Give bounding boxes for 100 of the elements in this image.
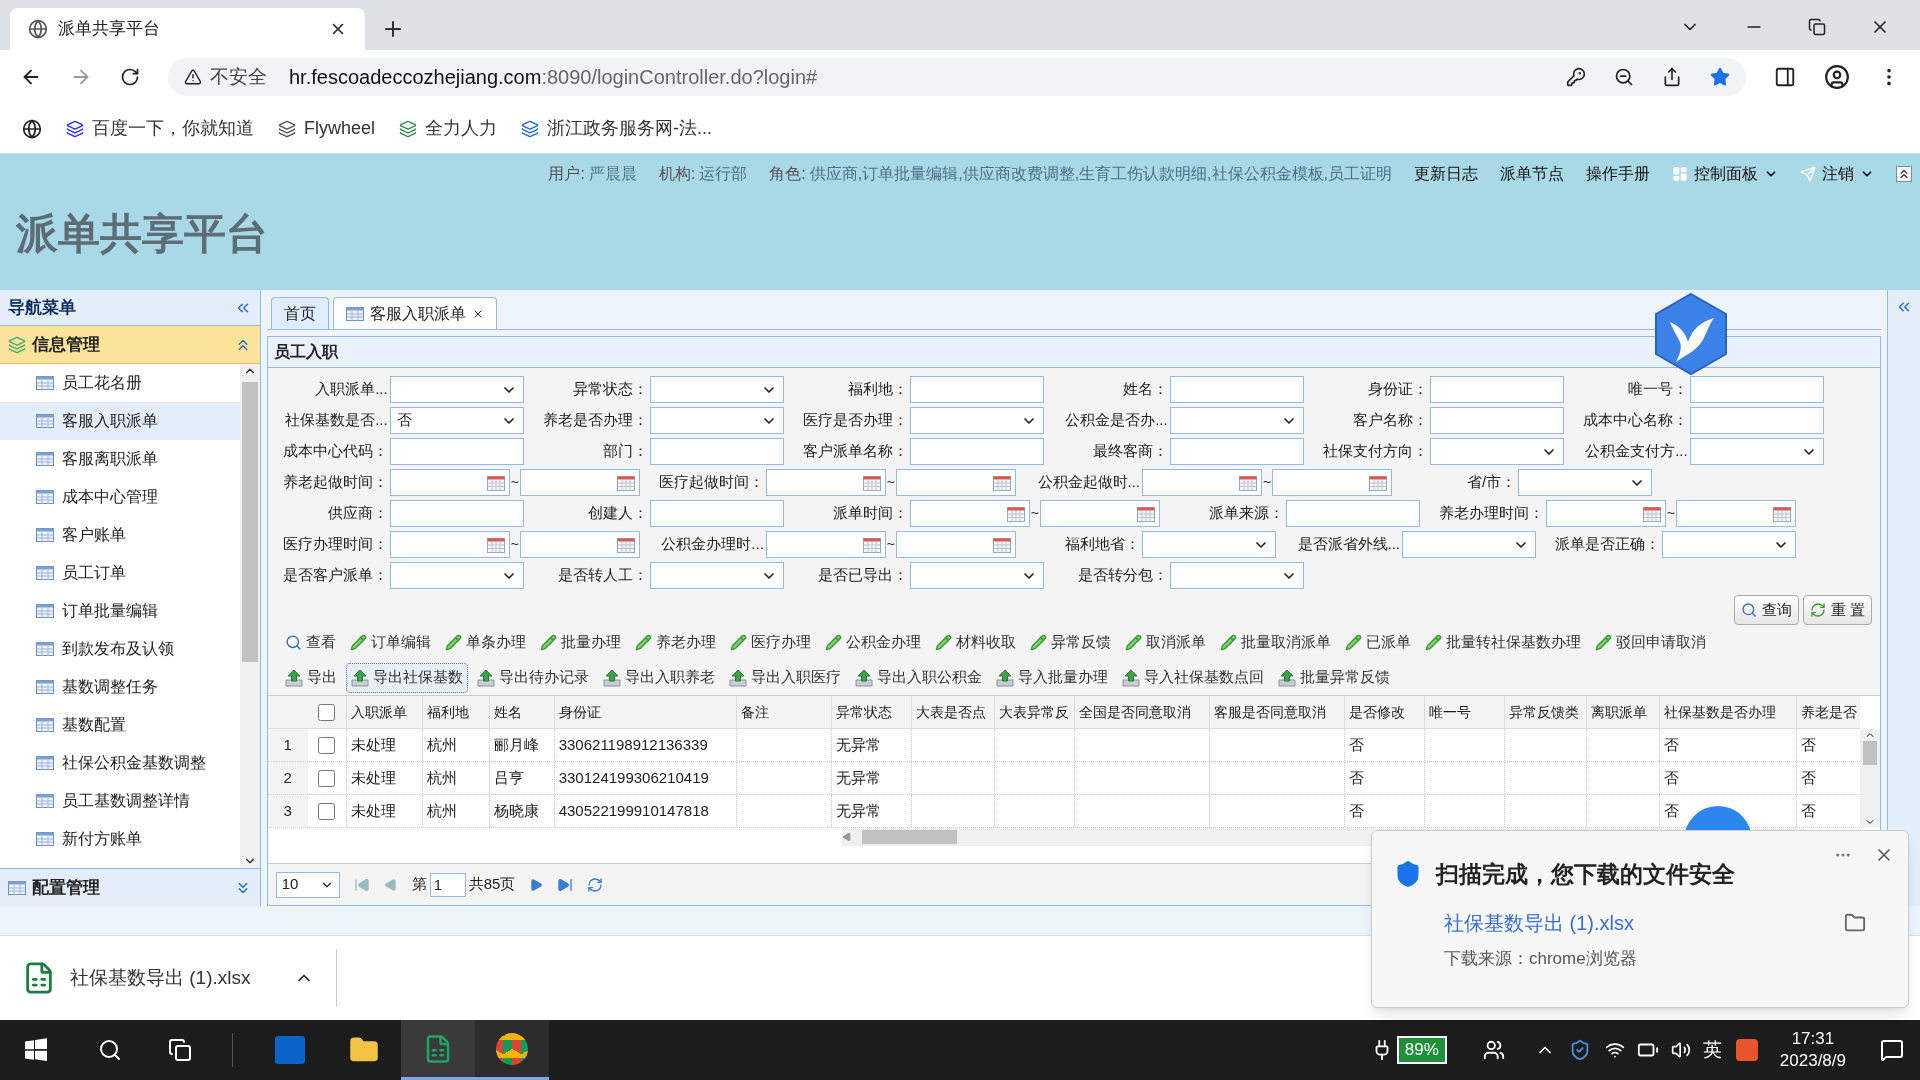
select-field[interactable] [389,376,524,403]
input-field[interactable] [1169,376,1304,403]
profile-icon[interactable] [1824,64,1850,90]
address-bar[interactable]: 不安全 hr.fescoadeccozhejiang.com:8090/loginController.do?login# [168,58,1746,96]
browser-tab[interactable]: 派单共享平台 [10,8,365,50]
input-field[interactable] [1429,376,1564,403]
input-field[interactable] [909,376,1044,403]
page-tab[interactable]: 客服入职派单 [332,297,497,329]
ime-indicator[interactable]: 英 [1702,1035,1722,1065]
input-field[interactable] [1169,438,1304,465]
zoom-icon[interactable] [1614,67,1634,87]
people-icon[interactable] [1482,1039,1505,1061]
toolbar-button[interactable]: 异常反馈 [1024,627,1116,658]
date-field[interactable] [519,469,640,496]
input-field[interactable] [909,438,1044,465]
select-field[interactable] [649,376,784,403]
search-icon[interactable] [98,1038,122,1062]
input-field[interactable] [1689,407,1824,434]
scroll-thumb[interactable] [1862,741,1877,765]
select-field[interactable] [1169,562,1304,589]
toolbar-button[interactable]: 导入批量办理 [990,662,1113,693]
date-field[interactable] [765,469,886,496]
select-field[interactable] [649,407,784,434]
toolbar-button[interactable]: 导出入职医疗 [723,662,846,693]
date-field[interactable] [1272,469,1393,496]
date-field[interactable] [765,531,886,558]
date-field[interactable] [389,531,510,558]
toolbar-button[interactable]: 材料收取 [929,627,1021,658]
toolbar-button[interactable]: 导出入职养老 [597,662,720,693]
date-field[interactable] [1142,469,1263,496]
scroll-thumb[interactable] [241,382,258,662]
date-field[interactable] [896,531,1017,558]
header-link[interactable]: 更新日志 [1414,162,1478,186]
refresh-icon[interactable] [587,876,604,893]
toolbar-button[interactable]: 养老办理 [629,627,721,658]
first-page-icon[interactable] [353,876,370,893]
menu-item[interactable]: 员工订单 [0,554,240,592]
input-field[interactable] [649,500,784,527]
select-field[interactable] [909,407,1044,434]
select-field[interactable] [909,562,1044,589]
bookmark-item[interactable]: 百度一下，你就知道 [66,115,254,142]
header-link[interactable]: 派单节点 [1500,162,1564,186]
select-field[interactable] [1169,407,1304,434]
toolbar-button[interactable]: 批量异常反馈 [1272,662,1395,693]
toolbar-button[interactable]: 公积金办理 [819,627,926,658]
toolbar-button[interactable]: 批量转社保基数办理 [1419,627,1586,658]
taskbar-app[interactable] [401,1020,475,1080]
bookmark-star-icon[interactable] [1710,67,1730,87]
input-field[interactable] [1689,376,1824,403]
key-icon[interactable] [1566,67,1586,87]
header-link[interactable]: 注销 [1800,162,1874,186]
scroll-thumb[interactable] [861,830,957,844]
date-field[interactable] [909,500,1030,527]
toolbar-button[interactable]: 单条办理 [439,627,531,658]
prev-page-icon[interactable] [383,877,398,892]
toolbar-button[interactable]: 驳回申请取消 [1589,627,1711,658]
menu-item[interactable]: 员工花名册 [0,364,240,402]
toolbar-button[interactable]: 导出社保基数 [345,662,468,693]
menu-item[interactable]: 社保公积金基数调整 [0,744,240,782]
taskbar-app[interactable] [475,1020,549,1080]
globe-icon[interactable] [22,118,42,139]
bookmark-item[interactable]: 全力人力 [399,115,498,142]
toolbar-button[interactable]: 批量取消派单 [1214,627,1336,658]
share-icon[interactable] [1662,67,1682,87]
folder-icon[interactable] [1844,911,1866,934]
reload-icon[interactable] [120,67,140,87]
restore-icon[interactable] [1808,18,1826,36]
input-field[interactable] [1285,500,1420,527]
form-button[interactable]: 重 置 [1802,595,1872,625]
input-field[interactable] [389,500,524,527]
date-field[interactable] [1039,500,1160,527]
menu-group[interactable]: 配置管理 [0,868,260,906]
select-field[interactable] [1689,438,1824,465]
last-page-icon[interactable] [557,876,574,893]
checkbox[interactable] [318,769,336,787]
clock[interactable]: 17:31 2023/8/9 [1779,1028,1846,1072]
menu-item[interactable]: 客服离职派单 [0,440,240,478]
menu-group[interactable]: 信息管理 [0,326,260,364]
task-view-icon[interactable] [168,1038,192,1062]
input-field[interactable] [389,438,524,465]
date-field[interactable] [389,469,510,496]
toolbar-button[interactable]: 查看 [279,627,341,658]
page-input[interactable]: 1 [429,872,466,897]
checkbox[interactable] [318,802,336,820]
form-button[interactable]: 查询 [1733,595,1799,625]
input-field[interactable] [649,438,784,465]
toolbar-button[interactable]: 导入社保基数点回 [1116,662,1269,693]
date-field[interactable] [1545,500,1666,527]
toolbar-button[interactable]: 导出 [279,662,342,693]
date-field[interactable] [896,469,1017,496]
page-tab[interactable]: 首页 [270,297,329,329]
toolbar-button[interactable]: 导出待办记录 [471,662,594,693]
date-field[interactable] [519,531,640,558]
header-link[interactable]: 控制面板 [1672,162,1778,186]
toolbar-button[interactable]: 批量办理 [534,627,626,658]
select-field[interactable] [1662,531,1797,558]
page-size-select[interactable]: 10 [275,871,340,898]
start-icon[interactable] [24,1038,48,1062]
menu-item[interactable]: 客服入职派单 [0,402,240,440]
input-field[interactable] [1429,407,1564,434]
